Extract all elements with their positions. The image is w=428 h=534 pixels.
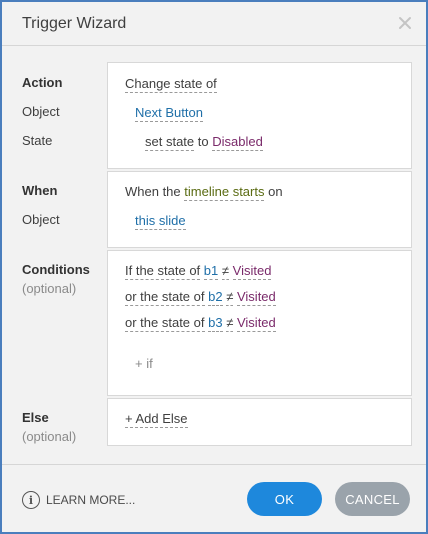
close-icon[interactable] [394,12,416,34]
action-state-label: State [22,133,53,148]
trigger-wizard-dialog: Trigger Wizard Action Object State Chang… [0,0,428,534]
conditions-panel: If the state of b1 ≠ Visited or the stat… [107,250,412,396]
when-panel: When the timeline starts on this slide [107,171,412,248]
event-dropdown[interactable]: timeline starts [184,184,265,201]
else-panel: + Add Else [107,398,412,446]
condition-row: If the state of b1 ≠ Visited [125,263,272,280]
to-word: to [197,134,209,149]
condition-object[interactable]: b1 [203,263,219,280]
object-dropdown[interactable]: Next Button [135,105,203,122]
when-object-dropdown[interactable]: this slide [135,213,186,230]
state-value-dropdown[interactable]: Disabled [212,134,263,151]
dialog-title: Trigger Wizard [22,15,127,32]
else-label: Else [22,410,49,425]
when-label: When [22,183,58,198]
dialog-footer: i LEARN MORE... OK CANCEL [2,464,426,532]
action-value[interactable]: Change state of [125,76,217,93]
learn-more-link[interactable]: i LEARN MORE... [22,491,135,509]
conditions-optional: (optional) [22,281,77,296]
action-label: Action [22,75,63,90]
close-icon-glyph [399,17,411,29]
titlebar: Trigger Wizard [2,2,426,46]
condition-value[interactable]: Visited [236,315,276,332]
condition-lead[interactable]: or the state of [125,289,205,306]
when-row: When the timeline starts on [125,184,283,201]
when-object-label: Object [22,212,60,227]
ok-button[interactable]: OK [247,482,322,516]
condition-operator[interactable]: ≠ [221,263,230,280]
condition-row: or the state of b2 ≠ Visited [125,289,276,306]
action-object-label: Object [22,104,60,119]
when-suffix: on [268,184,283,199]
condition-object[interactable]: b3 [208,315,223,332]
condition-value[interactable]: Visited [232,263,272,280]
when-object-value[interactable]: this slide [135,213,186,230]
object-value[interactable]: Next Button [135,105,203,122]
condition-operator[interactable]: ≠ [226,289,234,306]
action-panel: Change state of Next Button set state to… [107,62,412,169]
condition-value[interactable]: Visited [236,289,276,306]
when-prefix: When the [125,184,181,199]
condition-lead[interactable]: If the state of [125,263,201,280]
action-dropdown[interactable]: Change state of [125,76,217,93]
conditions-label: Conditions [22,262,90,277]
condition-row: or the state of b3 ≠ Visited [125,315,276,332]
cancel-button[interactable]: CANCEL [335,482,410,516]
add-else-button[interactable]: + Add Else [125,411,188,428]
else-optional: (optional) [22,429,77,444]
condition-object[interactable]: b2 [208,289,223,306]
set-state-dropdown[interactable]: set state [145,134,195,151]
condition-operator[interactable]: ≠ [226,315,234,332]
learn-more-label: LEARN MORE... [46,493,136,507]
condition-lead[interactable]: or the state of [125,315,205,332]
state-row: set state to Disabled [145,134,263,151]
info-icon: i [22,491,40,509]
add-if-button[interactable]: + if [135,356,153,371]
add-else-label[interactable]: + Add Else [125,411,188,428]
